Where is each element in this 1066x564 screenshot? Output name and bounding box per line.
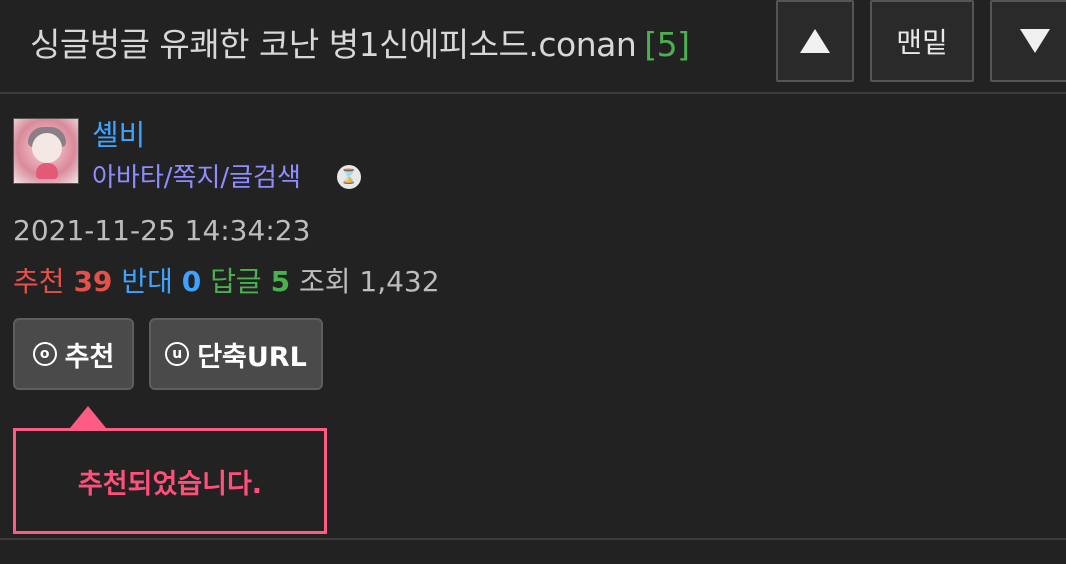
recommend-count: 39 bbox=[73, 265, 113, 298]
avatar[interactable] bbox=[13, 118, 79, 184]
recommend-label: 추천 bbox=[13, 265, 65, 298]
reply-label: 답글 bbox=[210, 265, 262, 298]
scroll-top-button[interactable] bbox=[776, 0, 854, 82]
post-stats: 추천 39 반대 0 답글 5 조회 1,432 bbox=[13, 260, 440, 300]
short-url-circle-icon: u bbox=[165, 342, 190, 366]
triangle-up-icon bbox=[800, 29, 830, 53]
author-links[interactable]: 아바타/쪽지/글검색 bbox=[92, 157, 301, 194]
recommend-button[interactable]: o 추천 bbox=[13, 318, 134, 390]
post-header: 싱글벙글 유쾌한 코난 병1신에피소드.conan [5] 맨밑 bbox=[0, 0, 1066, 94]
post-title-text: 싱글벙글 유쾌한 코난 병1신에피소드.conan bbox=[30, 25, 637, 64]
divider bbox=[0, 538, 1066, 540]
scroll-bottom-button[interactable]: 맨밑 bbox=[870, 0, 974, 82]
triangle-down-icon bbox=[1020, 29, 1050, 53]
popup-arrow-icon bbox=[70, 406, 106, 428]
view-label: 조회 bbox=[298, 265, 351, 298]
post-date: 2021-11-25 14:34:23 bbox=[13, 214, 311, 247]
oppose-count: 0 bbox=[181, 265, 202, 298]
recommend-button-label: 추천 bbox=[64, 341, 115, 373]
recommend-popup: 추천되었습니다. bbox=[13, 428, 327, 534]
comment-count[interactable]: [5] bbox=[644, 25, 690, 64]
scroll-down-button[interactable] bbox=[990, 0, 1066, 82]
post-view: 싱글벙글 유쾌한 코난 병1신에피소드.conan [5] 맨밑 셸비 아바타/쪽… bbox=[0, 0, 1066, 564]
short-url-button-label: 단축URL bbox=[197, 341, 307, 373]
reply-count: 5 bbox=[270, 265, 291, 298]
view-count: 1,432 bbox=[359, 265, 440, 298]
popup-message: 추천되었습니다. bbox=[77, 468, 263, 500]
oppose-label: 반대 bbox=[121, 265, 173, 298]
author-nickname[interactable]: 셸비 bbox=[92, 112, 145, 154]
level-badge-icon: ⌛ bbox=[337, 165, 361, 189]
short-url-button[interactable]: u 단축URL bbox=[149, 318, 323, 390]
post-title: 싱글벙글 유쾌한 코난 병1신에피소드.conan [5] bbox=[30, 18, 690, 66]
recommend-circle-icon: o bbox=[32, 342, 57, 366]
